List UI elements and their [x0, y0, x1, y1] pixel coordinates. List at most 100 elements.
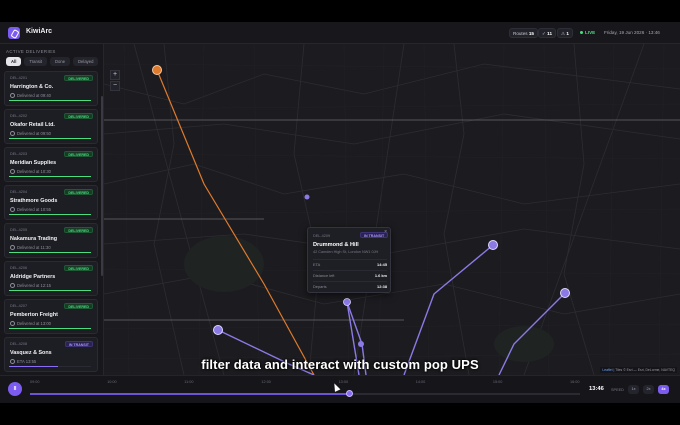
filter-delayed[interactable]: Delayed [73, 57, 99, 66]
delivery-card[interactable]: DEL-4207 DELIVERED Pemberton Freight Delive… [4, 299, 98, 334]
delivery-card[interactable]: DEL-4206 DELIVERED Aldridge Partners Delive… [4, 261, 98, 296]
driver-icon: ⚠ [561, 31, 566, 36]
delivery-id: DEL-4207 [10, 304, 28, 308]
delivery-marker[interactable] [213, 325, 223, 335]
routes-count: 15 [528, 31, 534, 36]
customer-name: Vasquez & Sons [10, 350, 52, 356]
popup-close-icon[interactable]: × [384, 229, 387, 235]
popup-address: 42 Camden High St, London NW1 0JH [313, 250, 379, 254]
delivery-time: Delivered at 12:15 [10, 283, 51, 288]
progress-bar [9, 327, 91, 329]
sidebar-scrollbar[interactable] [101, 96, 103, 276]
pause-button[interactable]: II [8, 382, 22, 396]
delivery-time: Delivered at 09:50 [10, 131, 51, 136]
deliveries-sidebar: ACTIVE DELIVERIES All Transit Done Delay… [0, 44, 104, 375]
vehicle-marker[interactable] [343, 298, 351, 306]
zoom-out-button[interactable]: − [110, 81, 120, 91]
timeline-tick-label: 15:00 [492, 380, 503, 384]
customer-name: Aldridge Partners [10, 274, 56, 280]
timeline-tick-label: 10:00 [107, 380, 117, 384]
status-badge: DELIVERED [64, 151, 93, 157]
delivery-time: Delivered at 11:30 [10, 245, 51, 250]
status-badge: DELIVERED [64, 265, 93, 271]
routes-stat: Routes 15 [509, 28, 538, 38]
delivered-stat: ✓ 11 [538, 28, 556, 38]
delivery-list: DEL-4201 DELIVERED Harrington & Co. Deliver… [4, 71, 98, 375]
delivery-marker[interactable] [488, 240, 498, 250]
video-caption: filter data and interact with custom pop… [201, 357, 479, 372]
timeline-tick-label: 12:00 [261, 380, 271, 384]
customer-name: Harrington & Co. [10, 84, 54, 90]
delivery-id: DEL-4204 [10, 190, 28, 194]
popup-row-distance: Distance left 1.6 km [313, 270, 387, 279]
delivery-id: DEL-4208 [10, 342, 28, 346]
delivery-card[interactable]: DEL-4204 DELIVERED Strathmore Goods Deliver… [4, 185, 98, 220]
delivery-time: Delivered at 10:55 [10, 207, 51, 212]
popup-row-eta: ETA 14:45 [313, 259, 387, 268]
filter-transit[interactable]: Transit [24, 57, 48, 66]
popup-id: DEL-4209 [313, 234, 331, 238]
orange-vehicle-marker[interactable] [152, 65, 162, 75]
small-stop-marker[interactable] [304, 194, 310, 200]
kiwiarc-logo-icon [8, 27, 20, 39]
customer-name: Meridian Supplies [10, 160, 57, 166]
delivery-card[interactable]: DEL-4202 DELIVERED Okafor Retail Ltd. Deliv… [4, 109, 98, 144]
delivery-id: DEL-4206 [10, 266, 28, 270]
customer-name: Nakamura Trading [10, 236, 58, 242]
drivers-stat: ⚠ 1 [557, 28, 573, 38]
timeline-scrubber-handle[interactable] [345, 390, 353, 397]
progress-bar [9, 99, 91, 101]
zoom-in-button[interactable]: + [110, 70, 120, 80]
progress-fill [9, 289, 91, 291]
customer-name: Strathmore Goods [10, 198, 58, 204]
speed-2x-button[interactable]: 2x [643, 385, 654, 394]
progress-bar [9, 289, 91, 291]
delivery-popup: DEL-4209 IN TRANSIT × Drummond & Hill 42… [307, 227, 391, 293]
status-badge: DELIVERED [64, 113, 93, 119]
map-svg[interactable] [104, 44, 680, 375]
sidebar-title: ACTIVE DELIVERIES [6, 49, 56, 54]
delivery-time: Delivered at 13:00 [10, 321, 51, 326]
progress-fill [9, 251, 91, 253]
status-badge: DELIVERED [64, 75, 93, 81]
delivery-card[interactable]: DEL-4201 DELIVERED Harrington & Co. Deliver… [4, 71, 98, 106]
filter-all[interactable]: All [6, 57, 22, 66]
progress-bar [9, 175, 91, 177]
delivery-id: DEL-4202 [10, 114, 28, 118]
timeline-ticks: 09:00 10:00 11:00 12:00 13:00 14:00 15:00 16:00 [30, 380, 580, 385]
timeline-track[interactable] [30, 390, 580, 397]
timeline-progress [30, 393, 349, 395]
speed-1x-button[interactable]: 1x [628, 385, 639, 394]
timeline-tick-label: 11:00 [184, 380, 194, 384]
status-badge: DELIVERED [64, 303, 93, 309]
small-stop-marker[interactable] [358, 341, 364, 347]
timeline-current-time: 13:46 [589, 386, 604, 392]
map-background [104, 44, 680, 375]
speed-4x-button[interactable]: 4x [658, 385, 669, 394]
progress-fill [9, 327, 91, 329]
customer-name: Okafor Retail Ltd. [10, 122, 55, 128]
progress-fill [9, 137, 91, 139]
progress-bar [9, 251, 91, 253]
current-datetime: Friday, 19 Jun 2026 · 13:46 [604, 30, 660, 35]
status-badge: IN TRANSIT [64, 341, 93, 347]
progress-bar [9, 213, 91, 215]
delivery-marker[interactable] [560, 288, 570, 298]
drivers-count: 1 [566, 31, 569, 36]
delivery-time: Delivered at 10:30 [10, 169, 51, 174]
timeline-tick-label: 13:00 [338, 380, 349, 384]
speed-label: SPEED [611, 388, 624, 392]
top-bar: KiwiArc Routes 15 ✓ 11 ⚠ 1 LIVE Friday, … [0, 22, 680, 44]
filter-done[interactable]: Done [50, 57, 71, 66]
delivery-card[interactable]: DEL-4203 DELIVERED Meridian Supplies Delive… [4, 147, 98, 182]
timeline-tick-label: 16:00 [570, 380, 580, 384]
check-icon: ✓ [542, 31, 546, 36]
delivery-card[interactable]: DEL-4205 DELIVERED Nakamura Trading Deliver… [4, 223, 98, 258]
delivery-time: Delivered at 09:40 [10, 93, 51, 98]
progress-bar [9, 137, 91, 139]
map-view[interactable]: + − Leaflet | Tiles © Esri — Esri, DeLor… [104, 44, 680, 375]
popup-row-departs: Departs 12:38 [313, 281, 387, 290]
delivered-count: 11 [547, 31, 552, 36]
progress-fill [9, 175, 91, 177]
delivery-id: DEL-4201 [10, 76, 28, 80]
